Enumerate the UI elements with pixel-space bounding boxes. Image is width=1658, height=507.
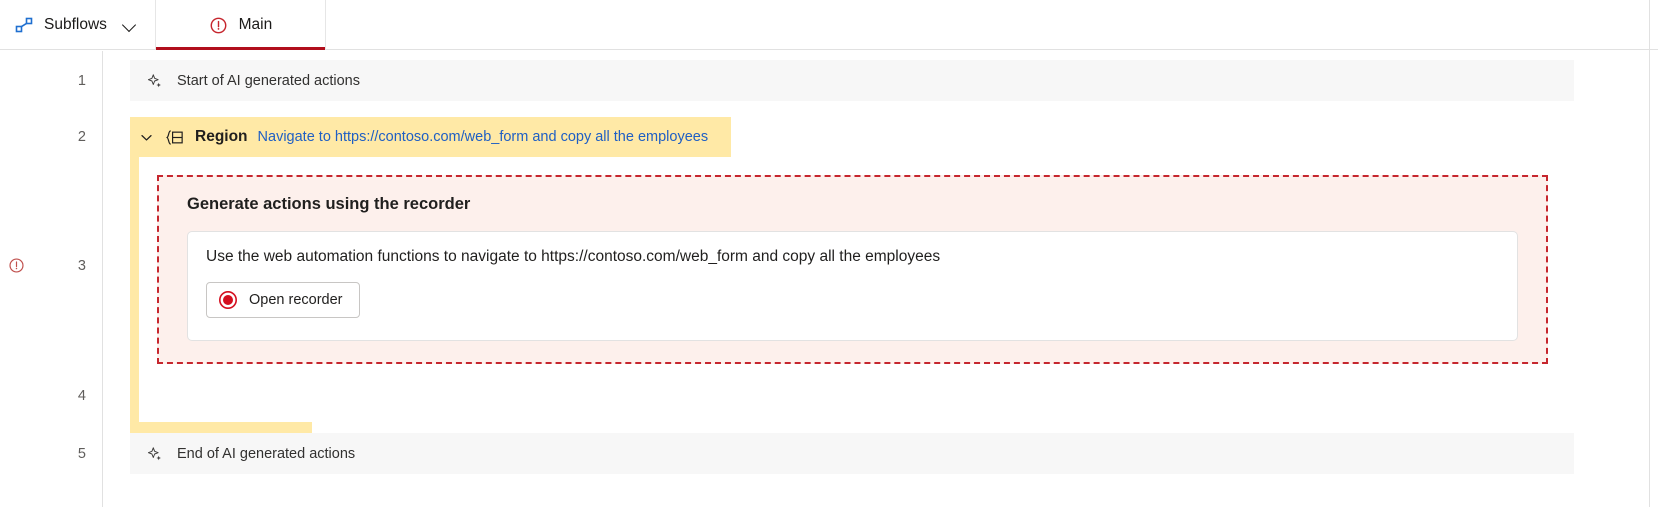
region-rail [130, 157, 139, 422]
action-row-start-ai-label: Start of AI generated actions [177, 72, 360, 89]
open-recorder-button[interactable]: Open recorder [206, 282, 360, 318]
chevron-down-icon[interactable] [123, 18, 137, 32]
action-row-start-ai[interactable]: Start of AI generated actions [130, 60, 1574, 101]
record-circle-icon [218, 290, 238, 310]
action-row-end-ai-label: End of AI generated actions [177, 445, 356, 462]
line-number-5: 5 [77, 446, 86, 462]
subflows-label: Subflows [44, 16, 107, 33]
line-number-gutter: 1 2 3 4 5 [0, 51, 103, 507]
recorder-card-title: Generate actions using the recorder [187, 195, 471, 213]
error-circle-icon [209, 16, 228, 35]
line-number-4: 4 [77, 388, 86, 404]
recorder-card: Generate actions using the recorder Use … [157, 175, 1548, 364]
chevron-down-icon[interactable] [139, 130, 154, 145]
sparkle-icon [146, 72, 164, 90]
subflows-button[interactable]: Subflows [0, 0, 156, 50]
region-bracket-icon [164, 127, 185, 148]
line-number-2: 2 [77, 129, 86, 145]
flow-designer: Subflows Main 1 2 3 4 5 Start of AI gene… [0, 0, 1658, 507]
recorder-inner-panel: Use the web automation functions to navi… [187, 231, 1518, 341]
tab-main[interactable]: Main [155, 0, 326, 50]
sparkle-icon [146, 445, 164, 463]
region-title: Region [195, 128, 248, 145]
open-recorder-label: Open recorder [249, 292, 343, 308]
flow-canvas: Start of AI generated actions Region Nav… [104, 51, 1658, 507]
region-description: Navigate to https://contoso.com/web_form… [257, 129, 709, 145]
line-error-icon[interactable] [8, 257, 25, 274]
action-row-end-ai[interactable]: End of AI generated actions [130, 433, 1574, 474]
subflow-nodes-icon [14, 15, 34, 35]
line-number-1: 1 [77, 73, 86, 89]
region-header[interactable]: Region Navigate to https://contoso.com/w… [130, 117, 731, 157]
tab-main-label: Main [238, 16, 273, 33]
recorder-prompt-text: Use the web automation functions to navi… [206, 248, 941, 265]
panel-divider [1649, 0, 1650, 507]
tab-bar: Subflows Main [0, 0, 1658, 50]
